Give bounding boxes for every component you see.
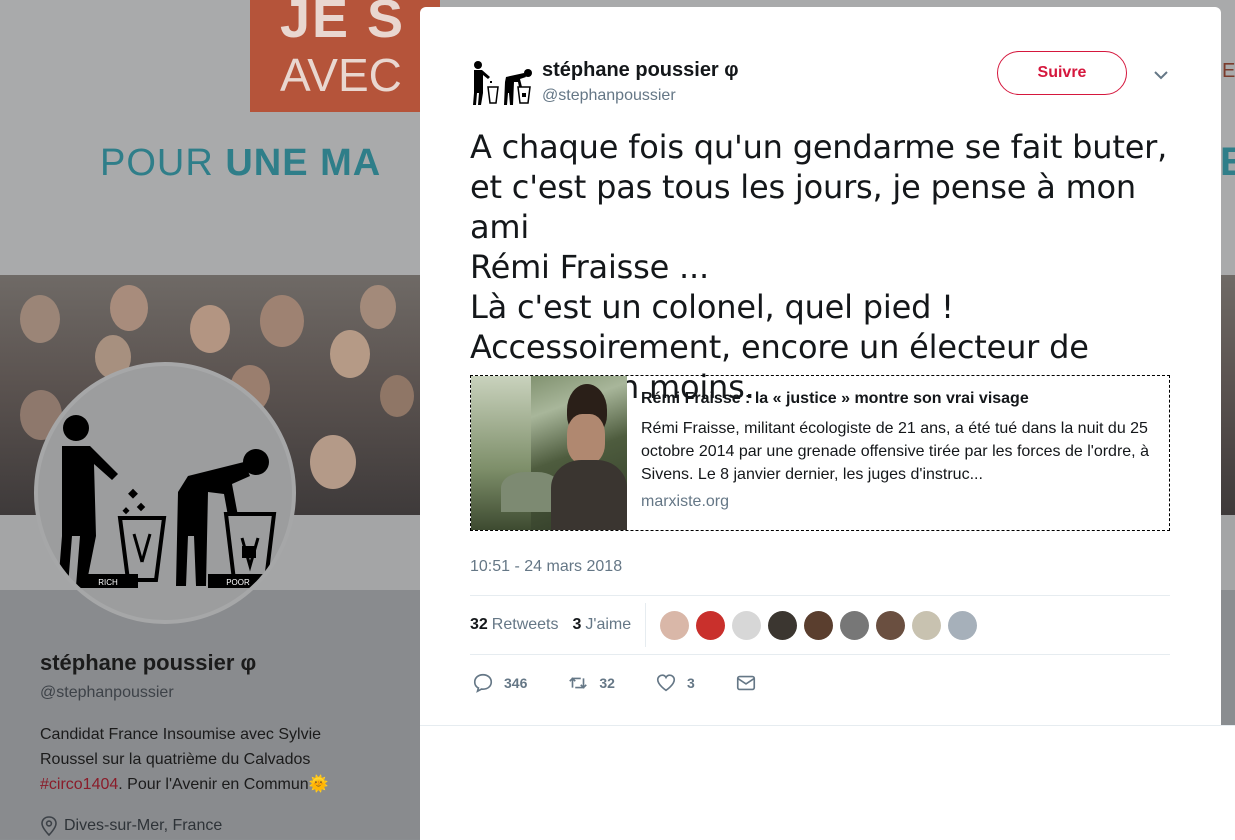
likers-avatars	[660, 610, 978, 640]
likes-count: 3	[572, 616, 582, 633]
card-description: Rémi Fraisse, militant écologiste de 21 …	[641, 420, 1149, 483]
liker-avatar[interactable]	[876, 610, 906, 640]
liker-avatar[interactable]	[804, 610, 834, 640]
retweets-count: 32	[470, 616, 488, 633]
tweet-text: A chaque fois qu'un gendarme se fait but…	[470, 128, 1168, 406]
retweet-count: 32	[599, 675, 615, 691]
banner-pour-text: POUR UNE MA	[100, 142, 381, 185]
tweet-author-avatar[interactable]	[470, 57, 534, 107]
reply-count: 346	[504, 675, 528, 691]
location-text: Dives-sur-Mer, France	[64, 817, 223, 834]
retweets-label: Retweets	[491, 616, 559, 633]
tweet-timestamp[interactable]: 10:51 - 24 mars 2018	[470, 558, 622, 576]
liker-avatar[interactable]	[912, 610, 942, 640]
bio-hashtag-link[interactable]: #circo1404	[40, 776, 118, 793]
profile-name: stéphane poussier φ	[40, 650, 257, 675]
banner-text-line2: AVEC	[280, 49, 402, 101]
retweet-action[interactable]: 32	[567, 672, 615, 694]
liker-avatar[interactable]	[696, 610, 726, 640]
like-action[interactable]: 3	[655, 672, 695, 694]
bio-text-1: Candidat France Insoumise avec Sylvie Ro…	[40, 726, 322, 768]
trash-people-logo: RICH POOR	[58, 415, 277, 588]
profile-avatar[interactable]: RICH POOR	[34, 362, 296, 624]
card-title: Rémi Fraisse : la « justice » montre son…	[641, 390, 1029, 407]
liker-avatar[interactable]	[948, 610, 978, 640]
follow-button[interactable]: Suivre	[997, 51, 1127, 95]
liker-avatar[interactable]	[732, 610, 762, 640]
profile-sidebar	[0, 590, 420, 839]
tweet-actions: 346 32 3	[472, 672, 797, 694]
bio-text-2: . Pour l'Avenir en Commun	[118, 776, 309, 793]
tweet-author-handle[interactable]: @stephanpoussier	[542, 87, 676, 105]
reply-action[interactable]: 346	[472, 672, 527, 694]
retweets-stat[interactable]: 32 Retweets	[470, 616, 559, 634]
profile-handle: @stephanpoussier	[40, 684, 174, 701]
banner-pour: POUR	[100, 142, 226, 184]
chevron-down-icon[interactable]	[1153, 67, 1169, 83]
banner-right-small: E	[1222, 60, 1235, 82]
likes-stat[interactable]: 3 J'aime	[573, 616, 632, 634]
banner-pour-bold: UNE MA	[225, 142, 382, 184]
card-domain: marxiste.org	[641, 493, 730, 510]
likes-label: J'aime	[585, 616, 632, 633]
banner-text-line1: JE S	[280, 0, 406, 49]
retweet-icon	[569, 677, 588, 689]
tweet-author-name[interactable]: stéphane poussier φ	[542, 59, 739, 82]
sun-emoji-icon: 🌞	[308, 776, 329, 793]
avatar-label-rich: RICH	[98, 578, 118, 587]
banner-right-letter: E	[1220, 140, 1235, 184]
liker-avatar[interactable]	[840, 610, 870, 640]
card-body: Rémi Fraisse : la « justice » montre son…	[627, 376, 1169, 530]
direct-message-action[interactable]	[735, 672, 757, 694]
reply-icon	[473, 673, 493, 693]
card-thumbnail	[471, 376, 627, 530]
reply-area[interactable]	[420, 725, 1235, 840]
avatar-label-poor: POOR	[226, 578, 250, 587]
liker-avatar[interactable]	[768, 610, 798, 640]
like-count: 3	[686, 675, 695, 691]
profile-location: Dives-sur-Mer, France	[40, 816, 222, 836]
location-pin-icon	[41, 816, 57, 836]
link-card[interactable]: Rémi Fraisse : la « justice » montre son…	[470, 375, 1170, 531]
heart-icon	[656, 674, 676, 692]
envelope-icon	[736, 675, 755, 691]
trash-people-avatar-icon	[473, 61, 532, 105]
tweet-modal: stéphane poussier φ @stephanpoussier Sui…	[420, 7, 1221, 839]
liker-avatar[interactable]	[660, 610, 690, 640]
profile-bio: Candidat France Insoumise avec Sylvie Ro…	[40, 722, 380, 797]
tweet-stats: 32 Retweets 3 J'aime	[470, 595, 1170, 655]
stats-divider	[645, 603, 647, 647]
